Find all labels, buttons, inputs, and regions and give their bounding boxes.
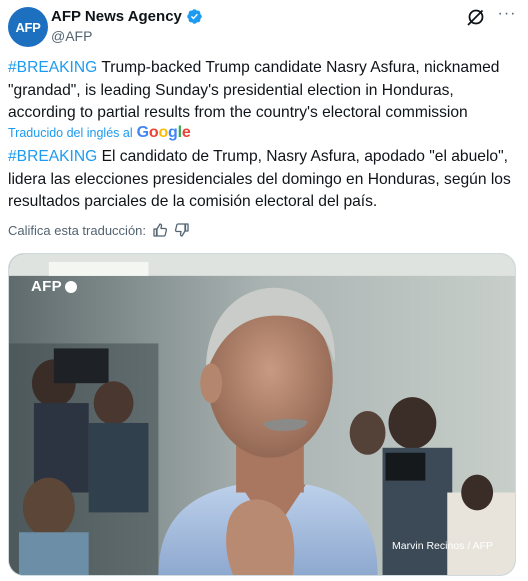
rate-translation-label: Califica esta traducción: xyxy=(8,222,147,238)
hashtag-link[interactable]: #BREAKING xyxy=(8,148,97,165)
afp-watermark-logo: AFP xyxy=(31,278,77,295)
afp-dot-icon xyxy=(64,280,77,293)
thumbs-down-icon[interactable] xyxy=(174,222,190,238)
tweet-header: AFP AFP News Agency @AFP ··· xyxy=(8,6,520,47)
tweet-original-text: #BREAKING Trump-backed Trump candidate N… xyxy=(8,57,520,125)
translation-attribution[interactable]: Traducido del inglés al Google xyxy=(8,124,191,142)
rate-translation-row: Califica esta traducción: xyxy=(8,222,190,238)
translated-by-label: Traducido del inglés al xyxy=(8,126,133,140)
display-name[interactable]: AFP News Agency xyxy=(51,8,182,25)
avatar[interactable]: AFP xyxy=(8,7,48,47)
thumbs-up-icon[interactable] xyxy=(152,222,168,238)
hashtag-link[interactable]: #BREAKING xyxy=(8,59,97,76)
photo-image xyxy=(9,254,515,575)
google-logo: Google xyxy=(136,124,191,141)
more-icon[interactable]: ··· xyxy=(496,6,518,27)
handle[interactable]: @AFP xyxy=(51,28,92,44)
verified-badge-icon xyxy=(187,9,202,24)
tweet-translated-text: #BREAKING El candidato de Trump, Nasry A… xyxy=(8,146,520,214)
grok-icon[interactable] xyxy=(466,7,486,27)
afp-watermark-text: AFP xyxy=(31,278,62,295)
name-row: AFP News Agency xyxy=(51,8,203,25)
tweet-photo[interactable]: AFP Marvin Recinos / AFP xyxy=(8,253,516,576)
photo-credit: Marvin Recinos / AFP xyxy=(392,540,493,552)
